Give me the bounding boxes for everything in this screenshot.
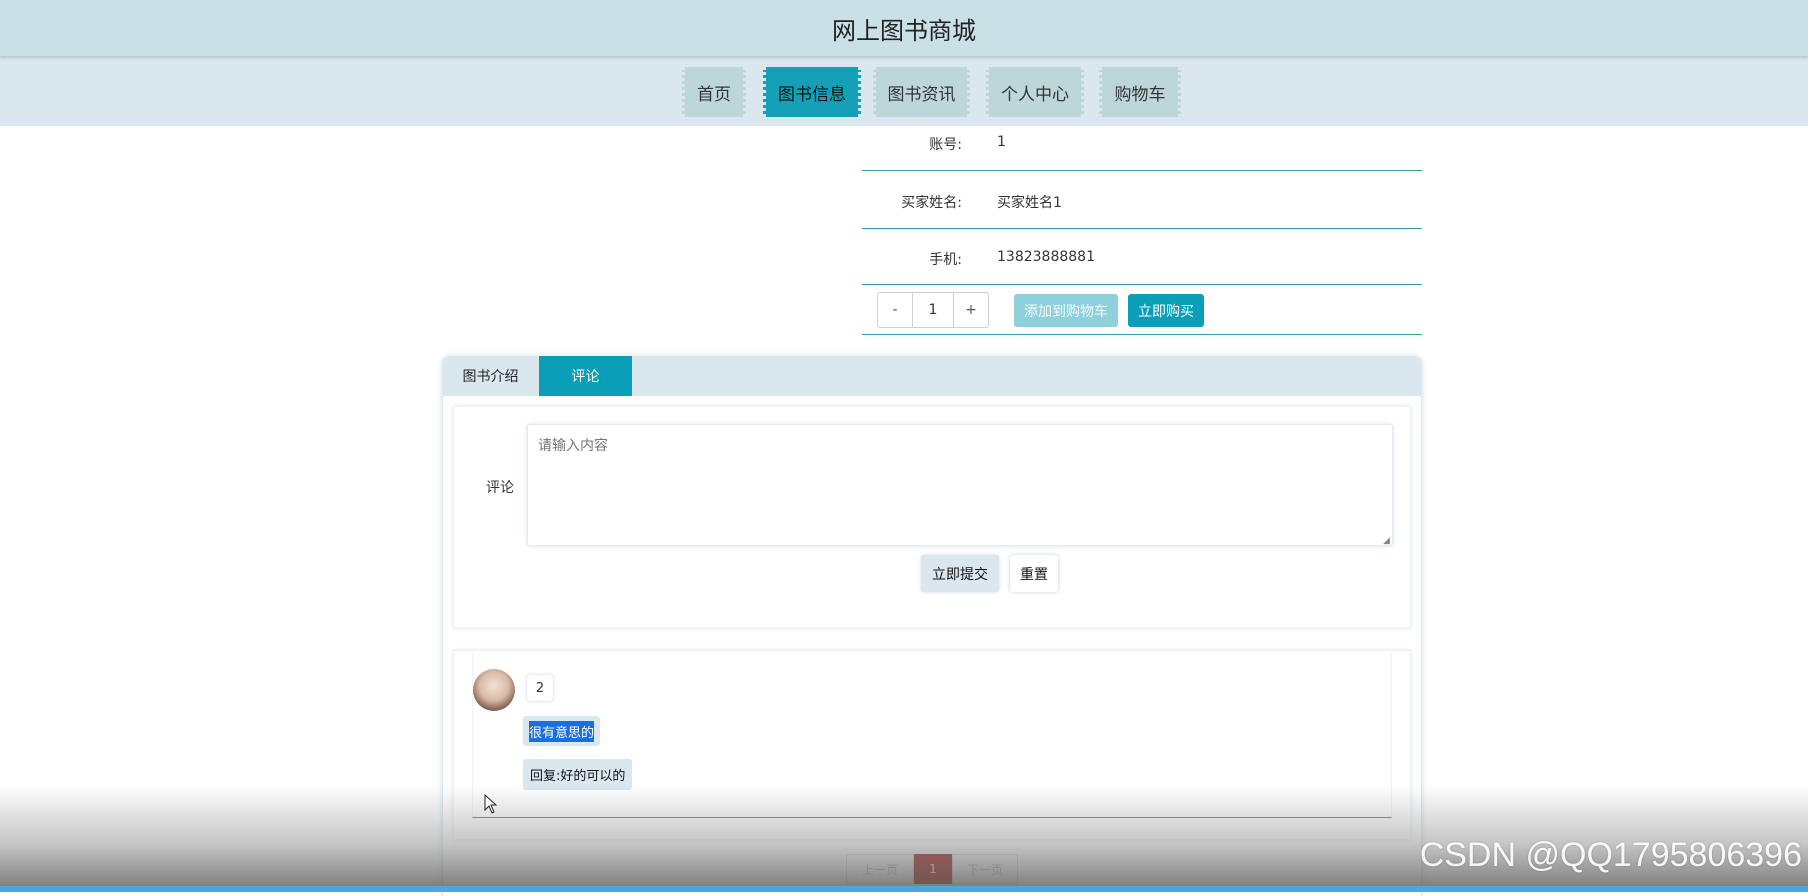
comment-text-selected: 很有意思的 [529, 720, 595, 742]
nav-item-cart[interactable]: 购物车 [1099, 67, 1181, 117]
nav-item-personal-center[interactable]: 个人中心 [986, 67, 1084, 117]
account-value: 1 [997, 134, 1006, 150]
quantity-input[interactable]: 1 [912, 293, 954, 327]
info-row-buyer-name: 买家姓名: 买家姓名1 [862, 171, 1422, 229]
pagination: 上一页 1 下一页 [846, 854, 1018, 884]
bottom-progress-bar [0, 886, 1808, 892]
nav-item-book-info[interactable]: 图书信息 [763, 67, 861, 117]
phone-value: 13823888881 [997, 249, 1095, 265]
tab-content: 评论 ◢ 立即提交 重置 2 很有意思的 回复:好的可以的 上一页 1 下一页 [443, 396, 1421, 896]
watermark: CSDN @QQ1795806396 [1419, 836, 1802, 874]
mouse-cursor-icon [484, 794, 498, 814]
tab-comments[interactable]: 评论 [539, 356, 632, 396]
reset-button[interactable]: 重置 [1010, 555, 1058, 592]
main-nav: 首页 图书信息 图书资讯 个人中心 购物车 [0, 56, 1808, 126]
avatar [473, 669, 515, 711]
buy-now-button[interactable]: 立即购买 [1128, 294, 1204, 327]
info-row-phone: 手机: 13823888881 [862, 229, 1422, 285]
comment-text: 很有意思的 [523, 716, 601, 746]
increment-button[interactable]: + [954, 293, 988, 327]
nav-item-home[interactable]: 首页 [682, 67, 746, 117]
account-label: 账号: [929, 137, 962, 153]
current-page-button[interactable]: 1 [914, 854, 952, 884]
comment-textarea[interactable] [527, 424, 1393, 546]
decrement-button[interactable]: - [878, 293, 912, 327]
buyer-name-value: 买家姓名1 [997, 195, 1062, 211]
detail-tabs-panel: 图书介绍 评论 评论 ◢ 立即提交 重置 2 很有意思的 回复:好的可以的 上一… [442, 356, 1422, 896]
buyer-name-label: 买家姓名: [901, 195, 962, 211]
next-page-button[interactable]: 下一页 [952, 854, 1018, 884]
tab-book-intro[interactable]: 图书介绍 [442, 356, 539, 396]
site-title: 网上图书商城 [832, 16, 976, 45]
comment-username: 2 [527, 675, 553, 701]
nav-item-book-news[interactable]: 图书资讯 [873, 67, 970, 117]
comment-form: 评论 ◢ 立即提交 重置 [453, 406, 1411, 628]
comment-list: 2 很有意思的 回复:好的可以的 [453, 650, 1411, 840]
quantity-stepper: - 1 + [877, 292, 989, 328]
comment-field-label: 评论 [486, 480, 514, 496]
info-row-account: 账号: 1 [862, 126, 1422, 171]
comment-reply: 回复:好的可以的 [523, 759, 633, 790]
phone-label: 手机: [929, 252, 962, 268]
site-header: 网上图书商城 [0, 0, 1808, 56]
prev-page-button[interactable]: 上一页 [846, 854, 914, 884]
add-to-cart-button[interactable]: 添加到购物车 [1014, 294, 1118, 327]
submit-comment-button[interactable]: 立即提交 [921, 555, 999, 592]
comment-item: 2 很有意思的 回复:好的可以的 [472, 651, 1392, 818]
resize-handle-icon[interactable]: ◢ [1383, 536, 1390, 546]
